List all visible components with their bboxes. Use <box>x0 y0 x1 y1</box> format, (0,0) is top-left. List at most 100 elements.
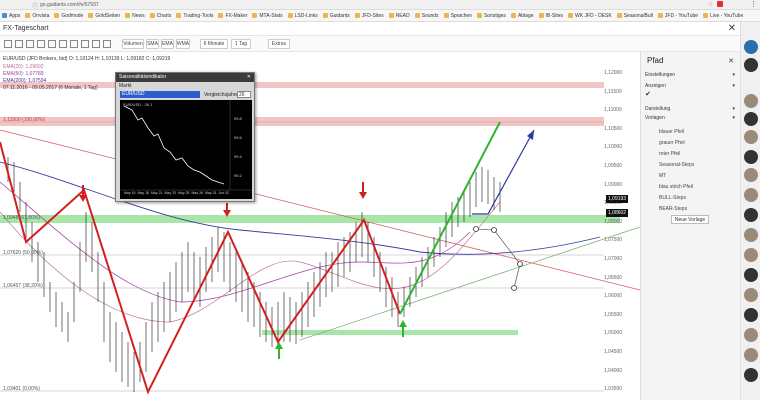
template-item[interactable]: blauer Pfeil <box>659 129 684 135</box>
mini-date-label: May 25 <box>178 191 190 195</box>
price-axis-label: 1,09500 <box>604 163 623 169</box>
bookmark-item[interactable]: MTA-Stats <box>252 13 283 19</box>
folder-icon <box>510 13 516 18</box>
bookmark-item[interactable]: Guidants <box>322 13 350 19</box>
interval-select[interactable]: 1 Tag <box>231 39 251 49</box>
undo-icon[interactable] <box>26 40 34 48</box>
wma-button[interactable]: WMA <box>176 39 190 49</box>
section-display[interactable]: Darstellung ▾ <box>645 106 737 112</box>
avatar[interactable] <box>744 308 758 322</box>
bookmark-item[interactable]: SeasonalBull <box>616 13 653 19</box>
avatar[interactable] <box>744 328 758 342</box>
volume-button[interactable]: Volumen <box>122 39 144 49</box>
menu-icon[interactable]: ⋮ <box>750 0 757 8</box>
market-select[interactable]: EUR/USD <box>120 91 200 98</box>
template-item[interactable]: MT <box>659 173 666 179</box>
chart-type-icon[interactable] <box>4 40 12 48</box>
ema-button[interactable]: EMA <box>161 39 174 49</box>
template-item[interactable]: blau strich Pfeil <box>659 184 693 190</box>
avatar[interactable] <box>744 94 758 108</box>
avatar[interactable] <box>744 248 758 262</box>
bookmark-item[interactable]: JFD - YouTube <box>657 13 698 19</box>
mini-date-label: May 23 <box>164 191 176 195</box>
bookmarks-bar: Apps Onvista Godmode GoldSeiten News Charts Tr… <box>0 10 760 22</box>
bookmark-item[interactable]: Trading-Tools <box>176 13 213 19</box>
extension-icon[interactable] <box>717 1 723 7</box>
bookmark-item[interactable]: FX-Maker <box>218 13 247 19</box>
bookmark-item[interactable]: GoldSeiten <box>88 13 120 19</box>
sidebar-close-icon[interactable]: ✕ <box>728 57 734 65</box>
print-icon[interactable] <box>70 40 78 48</box>
folder-icon <box>443 13 449 18</box>
avatar[interactable] <box>744 208 758 222</box>
avatar[interactable] <box>744 58 758 72</box>
draw-tool-icon[interactable] <box>15 40 23 48</box>
avatar[interactable] <box>744 130 758 144</box>
avatar[interactable] <box>744 228 758 242</box>
template-item[interactable]: BEAR-Steps <box>659 206 687 212</box>
avatar[interactable] <box>744 288 758 302</box>
template-item[interactable]: roter Pfeil <box>659 151 680 157</box>
section-show[interactable]: Anzeigen ▾ <box>645 83 737 89</box>
sma-button[interactable]: SMA <box>146 39 159 49</box>
bookmark-item[interactable]: JFD-Sites <box>354 13 384 19</box>
avatar[interactable] <box>744 40 758 54</box>
folder-icon <box>414 13 420 18</box>
fullscreen-icon[interactable] <box>59 40 67 48</box>
bookmark-item[interactable]: IB-Sites <box>538 13 563 19</box>
price-axis-label: 1,06000 <box>604 293 623 300</box>
folder-icon <box>388 13 394 18</box>
share-icon[interactable] <box>92 40 100 48</box>
show-checkbox[interactable]: ✔ <box>645 90 737 98</box>
avatar[interactable] <box>744 112 758 126</box>
bear-arrow <box>359 182 367 199</box>
avatar[interactable] <box>744 150 758 164</box>
folder-icon <box>568 13 574 18</box>
seasonality-popup[interactable]: Saisonalitätsindikator ✕ Markt EUR/USD V… <box>115 72 255 202</box>
bookmark-item[interactable]: Ablage <box>510 13 534 19</box>
period-select[interactable]: 6 Monate <box>200 39 228 49</box>
alarm-icon[interactable] <box>103 40 111 48</box>
section-templates[interactable]: Vorlagen ▾ <box>645 115 737 121</box>
section-settings[interactable]: Einstellungen ▾ <box>645 72 737 78</box>
popup-close-icon[interactable]: ✕ <box>247 74 251 80</box>
bookmark-item[interactable]: READ <box>388 13 410 19</box>
price-chart[interactable]: EUR/USD (JFD Brokers, bid) O: 1,10124 H:… <box>0 52 640 400</box>
new-template-button[interactable]: Neue Vorlage <box>671 215 709 224</box>
chart-toolbar: Volumen SMA EMA WMA 6 Monate 1 Tag Extra… <box>0 36 740 52</box>
avatar[interactable] <box>744 268 758 282</box>
popup-menu[interactable]: Markt <box>119 83 132 89</box>
bookmark-item[interactable]: Sprachen <box>443 13 472 19</box>
extras-button[interactable]: Extras <box>268 39 290 49</box>
reference-price-tag: 1,08602 <box>606 209 629 217</box>
bookmark-item[interactable]: Charts <box>149 13 171 19</box>
redo-icon[interactable] <box>37 40 45 48</box>
avatar[interactable] <box>744 368 758 382</box>
template-item[interactable]: BULL-Steps <box>659 195 686 201</box>
bookmark-item[interactable]: LSD-Links <box>287 13 318 19</box>
chart-canvas[interactable] <box>0 52 640 400</box>
avatar[interactable] <box>744 168 758 182</box>
mini-axis-label: 99.4 <box>234 154 242 159</box>
seasonal-mini-chart: EUR/USD - 26.1 99.8 99.6 99.4 99.2 May 16 Ma… <box>120 100 252 199</box>
url-field[interactable]: go.guidants.com/#v/57937 <box>40 2 99 8</box>
avatar[interactable] <box>744 188 758 202</box>
bookmark-item[interactable]: Apps <box>2 13 20 19</box>
bookmark-item[interactable]: Live - YouTube <box>703 13 743 19</box>
close-icon[interactable]: ✕ <box>728 23 736 34</box>
search-icon[interactable] <box>81 40 89 48</box>
popup-title[interactable]: Saisonalitätsindikator <box>116 73 254 82</box>
bookmark-item[interactable]: Godmode <box>54 13 83 19</box>
avatar[interactable] <box>744 348 758 362</box>
bookmark-item[interactable]: Onvista <box>25 13 49 19</box>
bookmark-item[interactable]: Sounds <box>414 13 439 19</box>
compare-years-input[interactable]: 26 <box>237 91 251 98</box>
template-item[interactable]: grauer Pfeil <box>659 140 685 146</box>
bookmark-item[interactable]: WK JFD - DESK <box>568 13 612 19</box>
period-label: 07.11.2016 - 09.05.2017 (6 Monate, 1 Tag… <box>3 85 98 91</box>
template-item[interactable]: Seasonal-Steps <box>659 162 694 168</box>
bookmark-item[interactable]: News <box>125 13 145 19</box>
star-icon[interactable]: ☆ <box>708 1 713 8</box>
bookmark-item[interactable]: Sonstiges <box>476 13 506 19</box>
settings-icon[interactable] <box>48 40 56 48</box>
